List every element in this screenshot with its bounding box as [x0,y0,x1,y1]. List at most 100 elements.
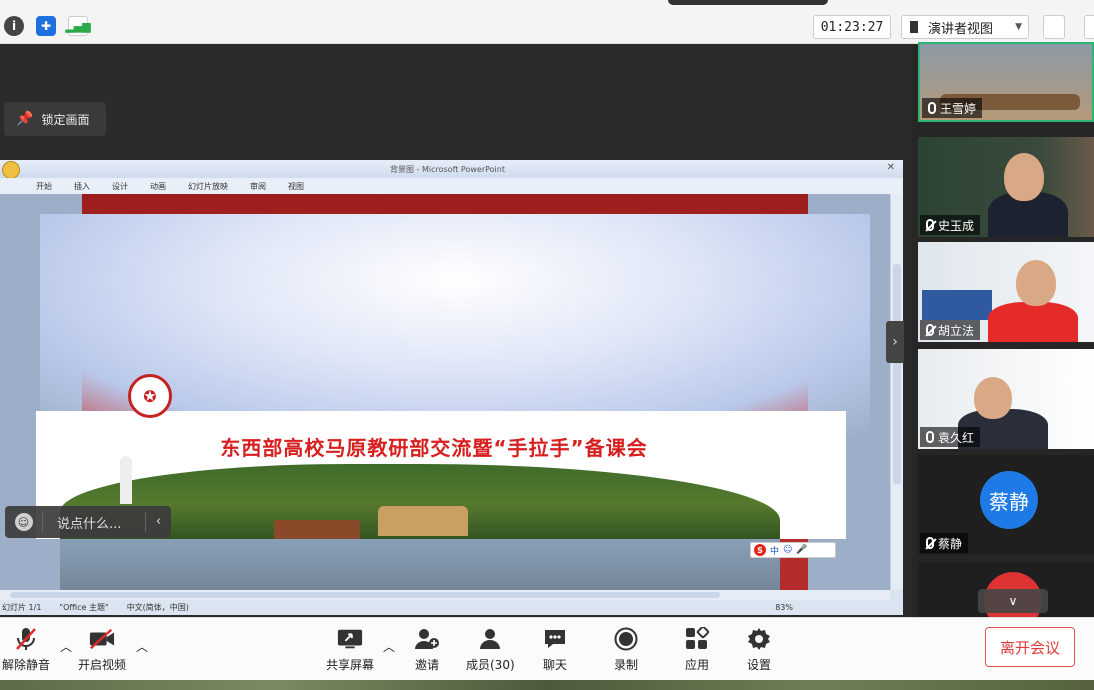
status-slide-count: 幻灯片 1/1 [2,603,42,612]
mic-icon [928,102,936,114]
record-button[interactable]: 录制 [613,626,639,673]
participant-tile[interactable]: 蔡静 蔡静 [918,455,1094,555]
ribbon-tab-animation[interactable]: 动画 [150,181,166,192]
users-icon [477,626,503,652]
mic-muted-icon [926,537,934,549]
settings-label: 设置 [746,658,771,672]
chevron-down-icon[interactable]: ∨ [978,589,1048,613]
ppt-horizontal-scrollbar[interactable] [0,590,890,600]
leave-meeting-button[interactable]: 离开会议 [985,627,1075,667]
video-off-icon [89,626,115,652]
status-language: 中文(简体，中国) [126,603,189,612]
chat-input[interactable]: ☺ 说点什么... ‹ [5,506,171,538]
share-screen-button[interactable]: 共享屏幕 [326,626,374,673]
participant-name-tag: 袁久红 [920,427,981,447]
chevron-left-icon[interactable]: ‹ [145,512,171,532]
top-bar: i ✚ ▂▄▆ 01:23:27 演讲者视图 ▼ [0,0,1094,44]
ribbon-tab-slideshow[interactable]: 幻灯片放映 [188,181,228,192]
unmute-label: 解除静音 [2,658,51,672]
ime-mode-label: 中 [770,546,780,557]
members-label: 成员(30) [466,658,515,672]
record-label: 录制 [613,658,638,672]
chat-button[interactable]: 聊天 [542,626,568,673]
video-options-chevron-icon[interactable]: ︿ [136,638,148,655]
participant-name-tag: 胡立法 [920,320,981,340]
info-icon[interactable]: i [4,16,24,36]
mic-muted-icon [926,324,934,336]
mic-icon [926,431,934,443]
apps-button[interactable]: 应用 [684,626,710,673]
window-notch [668,0,828,5]
ppt-titlebar: 背景图 - Microsoft PowerPoint ✕ [0,160,903,179]
invite-label: 邀请 [414,658,439,672]
collapse-panel-button[interactable]: › [886,321,904,363]
emoji-button[interactable]: ☺ [5,512,43,532]
office-button-icon[interactable] [2,161,20,179]
unmute-button[interactable]: 解除静音 [2,626,50,673]
ribbon-tab-home[interactable]: 开始 [36,181,52,192]
close-icon[interactable]: ✕ [887,162,895,173]
audio-options-chevron-icon[interactable]: ︿ [60,638,72,655]
slide-pagoda [120,456,132,504]
share-options-chevron-icon[interactable]: ︿ [383,638,395,655]
layout-icon [910,21,922,33]
mic-muted-icon [926,219,934,231]
chat-label: 聊天 [542,658,567,672]
meeting-window: i ✚ ▂▄▆ 01:23:27 演讲者视图 ▼ 📌 锁定画面 背景图 - Mi… [0,0,1094,690]
participant-tile[interactable]: 王雪婷 [918,42,1094,122]
ribbon-tab-insert[interactable]: 插入 [74,181,90,192]
chevron-down-icon: ▼ [1015,22,1022,32]
participant-tile[interactable]: 袁久红 [918,349,1094,449]
sogou-icon: S [754,544,766,556]
participant-face [1016,260,1056,306]
participant-name: 袁久红 [938,430,975,445]
apps-label: 应用 [684,658,709,672]
slide-bridge [378,506,468,536]
start-video-label: 开启视频 [78,658,127,672]
participant-tile[interactable]: 史玉成 [918,137,1094,237]
ppt-ribbon: 开始 插入 设计 动画 幻灯片放映 审阅 视图 [0,178,903,194]
sofa [922,290,992,320]
meeting-timer: 01:23:27 [813,15,891,39]
record-icon [613,626,639,652]
add-user-icon [414,626,440,652]
slide-title: 东西部高校马原教研部交流暨“手拉手”备课会 [220,436,648,460]
window-icon[interactable] [1084,15,1094,39]
shield-icon[interactable]: ✚ [36,16,56,36]
members-button[interactable]: 成员(30) [466,626,515,673]
status-zoom[interactable]: 83% [775,603,793,612]
share-screen-icon [337,626,363,652]
participant-face [1004,153,1044,201]
ppt-statusbar: 幻灯片 1/1 "Office 主题" 中文(简体，中国) 83% [0,600,903,615]
view-mode-label: 演讲者视图 [928,21,994,37]
ribbon-tab-design[interactable]: 设计 [112,181,128,192]
status-theme: "Office 主题" [59,603,109,612]
ime-toolbar[interactable]: S 中 ☺ 🎤 [750,542,836,558]
gear-icon [746,626,772,652]
lock-view-button[interactable]: 📌 锁定画面 [4,102,106,136]
participant-name: 胡立法 [938,323,975,338]
settings-button[interactable]: 设置 [746,626,772,673]
ime-emoji-icon: ☺ [783,545,793,555]
signal-icon[interactable]: ▂▄▆ [65,16,91,36]
university-logo: ✪ [128,374,172,418]
participant-tile[interactable]: 胡立法 [918,242,1094,342]
desktop-wallpaper-strip [0,680,1094,690]
fullscreen-icon[interactable] [1043,15,1065,39]
start-video-button[interactable]: 开启视频 [78,626,126,673]
invite-button[interactable]: 邀请 [414,626,440,673]
participant-name-tag: 史玉成 [920,215,981,235]
participant-avatar: 蔡静 [980,471,1038,529]
participant-face [974,377,1012,419]
participant-name: 王雪婷 [940,101,977,116]
share-screen-label: 共享屏幕 [326,658,375,672]
smile-icon: ☺ [14,513,33,531]
ribbon-tab-review[interactable]: 审阅 [250,181,266,192]
view-mode-select[interactable]: 演讲者视图 ▼ [901,15,1029,39]
participant-body [988,302,1078,342]
pin-icon: 📌 [16,111,34,127]
ribbon-tab-view[interactable]: 视图 [288,181,304,192]
ime-mic-icon: 🎤 [796,545,808,555]
chat-placeholder: 说点什么... [57,516,122,532]
ppt-vertical-scrollbar[interactable] [890,194,903,590]
